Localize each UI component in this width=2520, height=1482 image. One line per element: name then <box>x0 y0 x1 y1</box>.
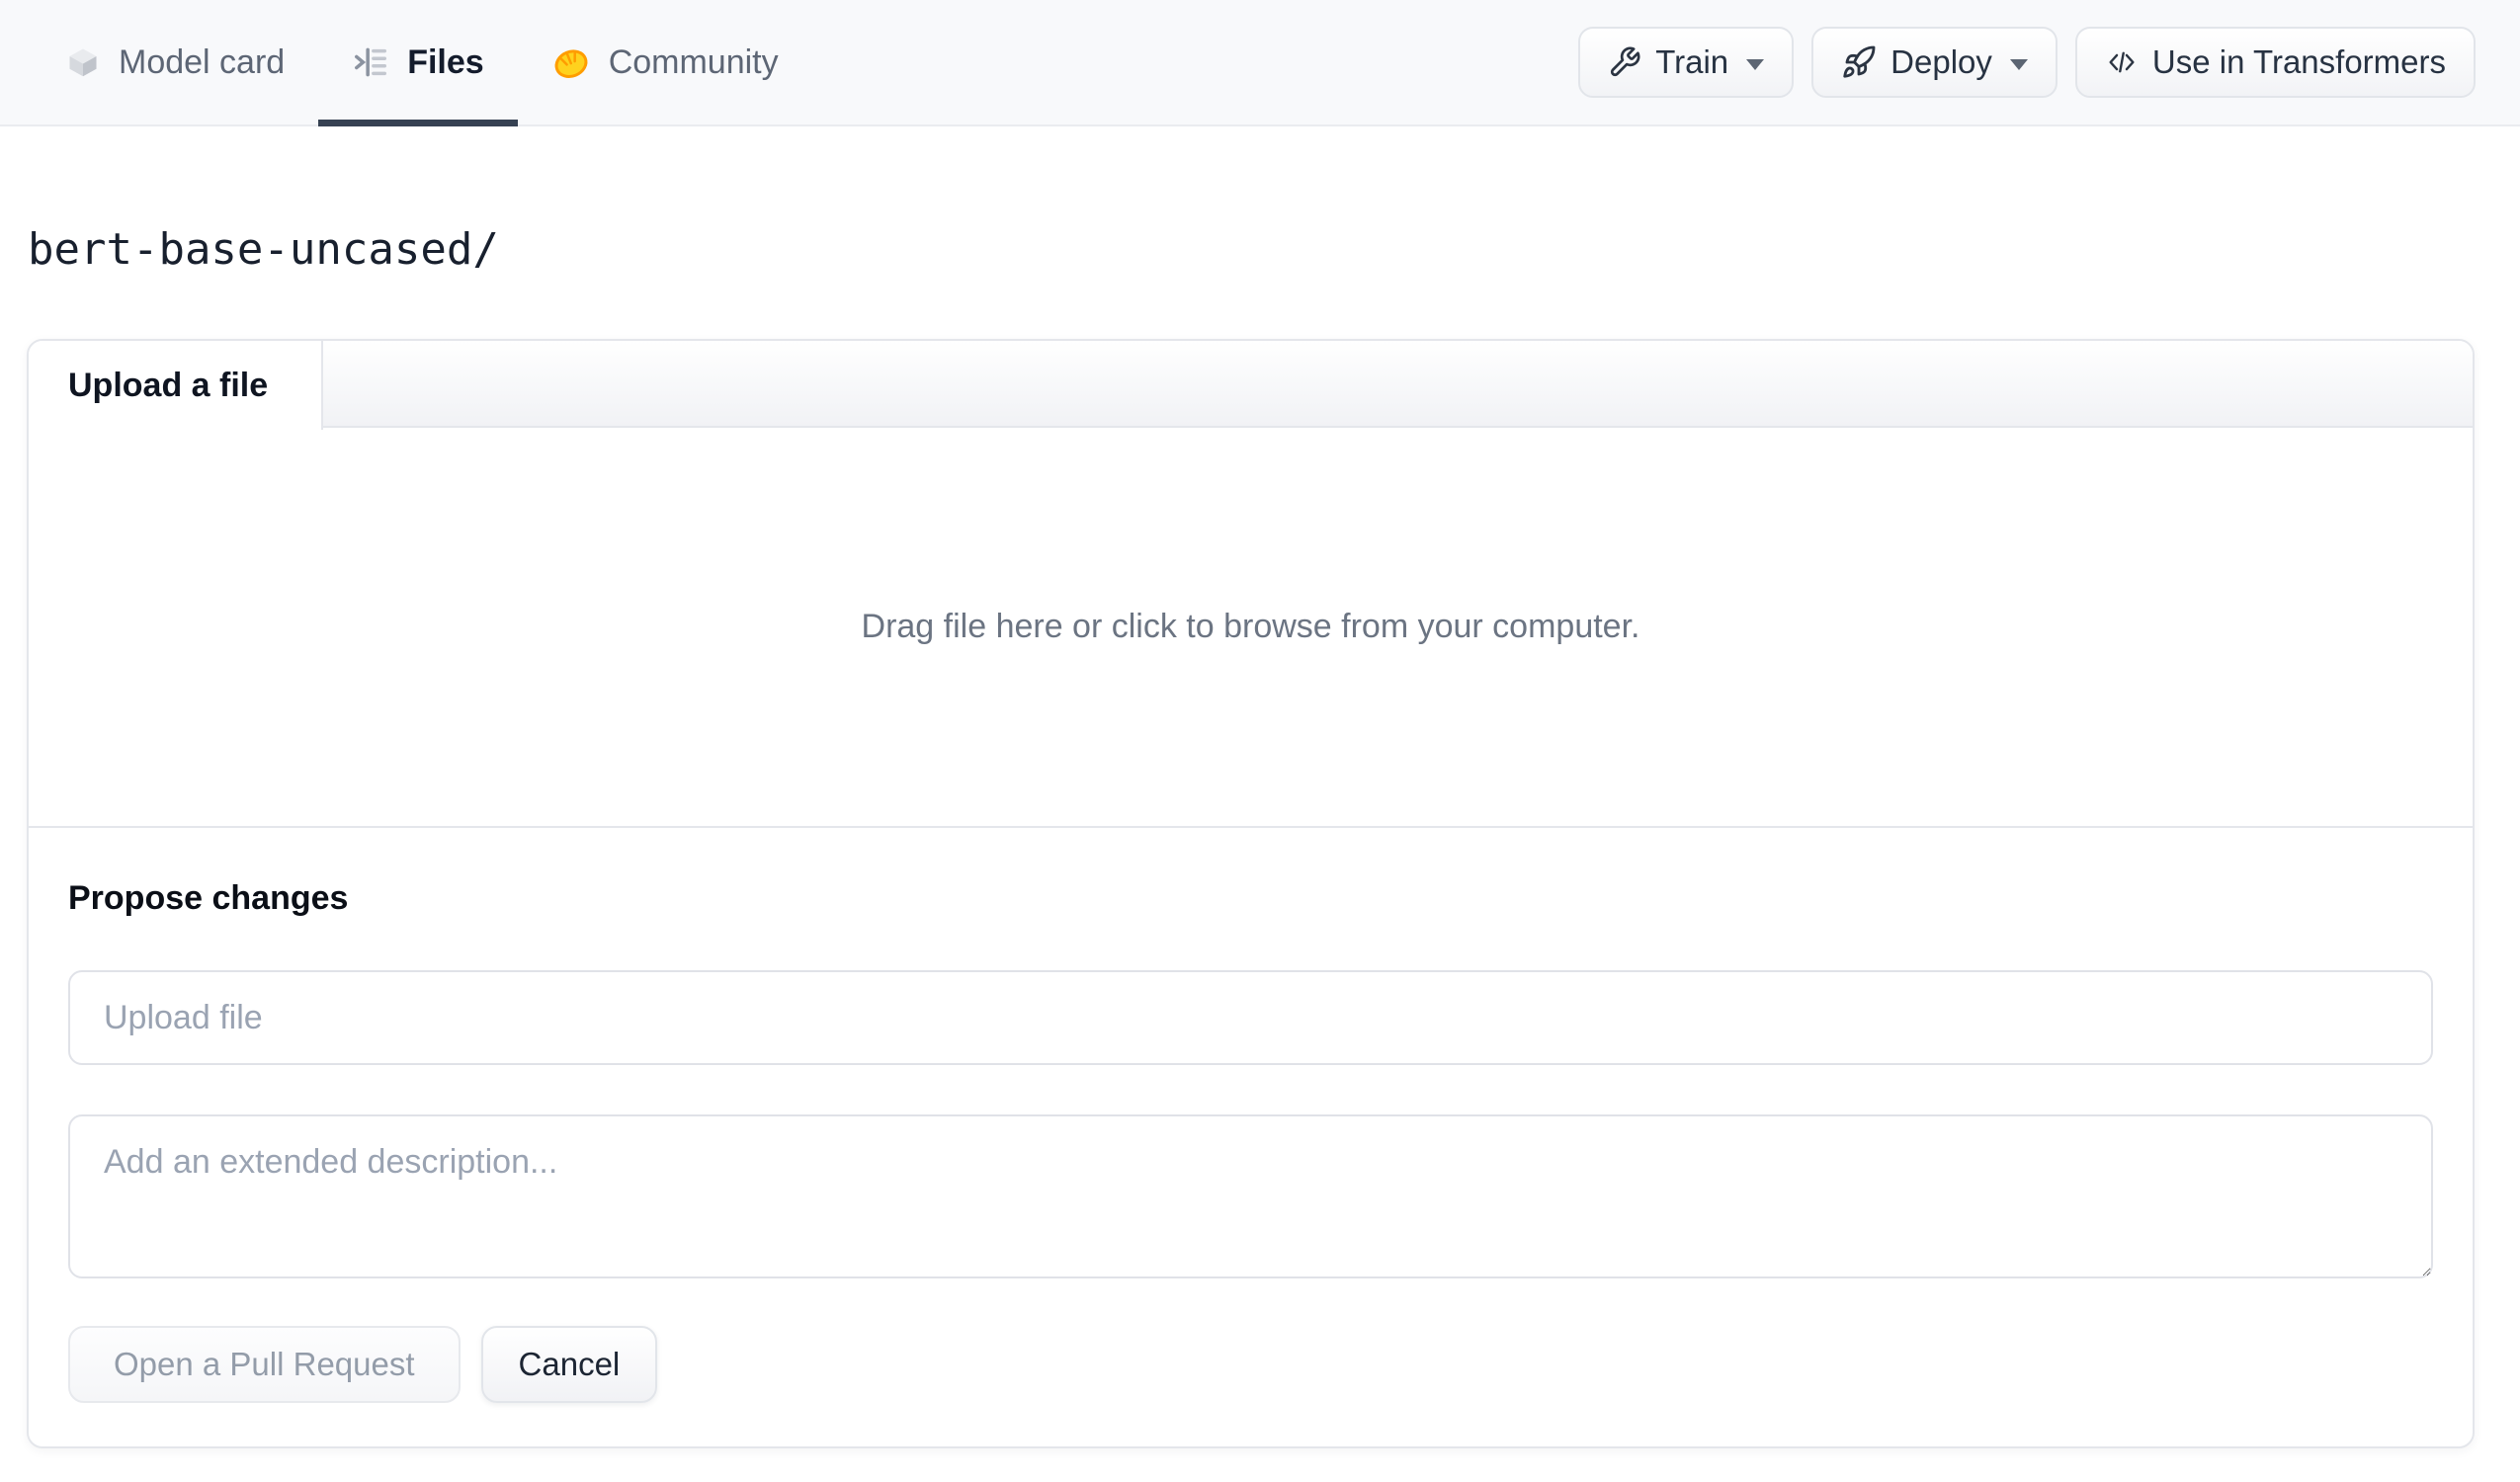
deploy-button-label: Deploy <box>1890 43 1992 80</box>
propose-changes-heading: Propose changes <box>68 879 349 918</box>
wrench-icon <box>1608 45 1641 79</box>
file-dropzone[interactable]: Drag file here or click to browse from y… <box>29 428 2473 829</box>
use-in-transformers-button[interactable]: Use in Transformers <box>2074 27 2476 98</box>
repo-path-title: bert-base-uncased/ <box>28 224 499 275</box>
chevron-down-icon <box>2009 58 2028 70</box>
versions-icon <box>352 43 389 81</box>
description-textarea[interactable] <box>68 1114 2433 1279</box>
propose-changes-section: Propose changes Open a Pull Request Canc… <box>29 828 2473 1446</box>
tab-upload-a-file-label: Upload a file <box>68 366 269 404</box>
train-button-label: Train <box>1655 43 1729 80</box>
tab-model-card[interactable]: Model card <box>32 0 318 124</box>
tab-files[interactable]: Files <box>318 0 519 126</box>
filename-input[interactable] <box>68 970 2433 1066</box>
cancel-button[interactable]: Cancel <box>480 1326 658 1404</box>
propose-actions-row: Open a Pull Request Cancel <box>68 1326 2433 1404</box>
main-content: bert-base-uncased/ Upload a file Drag fi… <box>0 221 2520 1449</box>
code-icon <box>2105 45 2139 79</box>
repo-actions: Train Deploy Use in Transformers <box>1578 0 2476 124</box>
tab-files-label: Files <box>407 42 484 81</box>
chevron-down-icon <box>1746 58 1765 70</box>
train-button[interactable]: Train <box>1578 27 1795 98</box>
cube-icon <box>65 44 101 80</box>
tab-community-label: Community <box>608 42 779 81</box>
upload-card: Upload a file Drag file here or click to… <box>27 339 2475 1449</box>
tab-model-card-label: Model card <box>119 42 286 81</box>
dropzone-hint: Drag file here or click to browse from y… <box>861 608 1640 646</box>
use-in-transformers-label: Use in Transformers <box>2151 43 2446 80</box>
repo-header-tabbar: Model card Files Community Train Deploy … <box>0 0 2520 126</box>
rocket-icon <box>1841 44 1877 80</box>
open-pull-request-button[interactable]: Open a Pull Request <box>68 1326 461 1404</box>
repo-tabs: Model card Files Community <box>32 0 812 126</box>
tab-upload-a-file[interactable]: Upload a file <box>29 341 323 431</box>
tab-community[interactable]: Community <box>518 0 812 124</box>
deploy-button[interactable]: Deploy <box>1811 27 2058 98</box>
upload-card-header: Upload a file <box>29 341 2473 431</box>
waving-hand-icon <box>551 42 591 82</box>
